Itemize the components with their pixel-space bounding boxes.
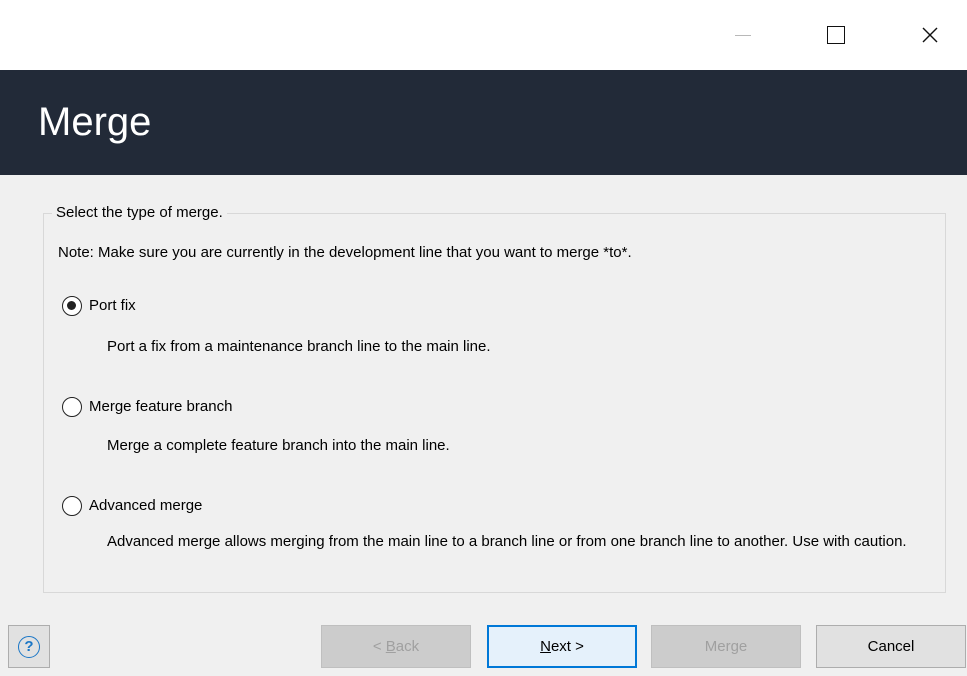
- option-description: Port a fix from a maintenance branch lin…: [107, 338, 491, 355]
- radio-option-merge-feature-branch[interactable]: Merge feature branch: [62, 397, 232, 417]
- option-label: Advanced merge: [89, 497, 203, 514]
- help-button[interactable]: ?: [8, 625, 50, 668]
- back-prefix: <: [372, 638, 386, 655]
- close-icon: [922, 27, 938, 43]
- back-mnemonic: B: [385, 638, 396, 655]
- next-button[interactable]: Next >: [487, 625, 637, 668]
- page-title: Merge: [38, 100, 152, 144]
- option-description: Merge a complete feature branch into the…: [107, 437, 450, 454]
- next-mnemonic: N: [540, 638, 551, 655]
- maximize-icon: [827, 26, 845, 44]
- back-button[interactable]: < Back: [321, 625, 471, 668]
- option-label: Port fix: [89, 297, 136, 314]
- radio-button-port-fix[interactable]: [62, 296, 82, 316]
- radio-button-advanced-merge[interactable]: [62, 496, 82, 516]
- help-icon: ?: [18, 635, 40, 658]
- next-rest: ext >: [550, 638, 584, 655]
- minimize-icon: [735, 34, 751, 36]
- radio-option-port-fix[interactable]: Port fix: [62, 296, 136, 316]
- back-rest: ack: [395, 638, 420, 655]
- close-button[interactable]: [907, 0, 953, 70]
- maximize-button[interactable]: [813, 0, 859, 70]
- note-text: Note: Make sure you are currently in the…: [58, 244, 632, 261]
- cancel-button[interactable]: Cancel: [816, 625, 966, 668]
- group-legend: Select the type of merge.: [52, 203, 227, 223]
- merge-button[interactable]: Merge: [651, 625, 801, 668]
- option-label: Merge feature branch: [89, 398, 233, 415]
- radio-option-advanced-merge[interactable]: Advanced merge: [62, 496, 202, 516]
- title-bar: [0, 0, 967, 70]
- option-description: Advanced merge allows merging from the m…: [107, 533, 907, 550]
- minimize-button[interactable]: [720, 0, 766, 70]
- radio-button-merge-feature-branch[interactable]: [62, 397, 82, 417]
- dialog-header: Merge: [0, 70, 967, 175]
